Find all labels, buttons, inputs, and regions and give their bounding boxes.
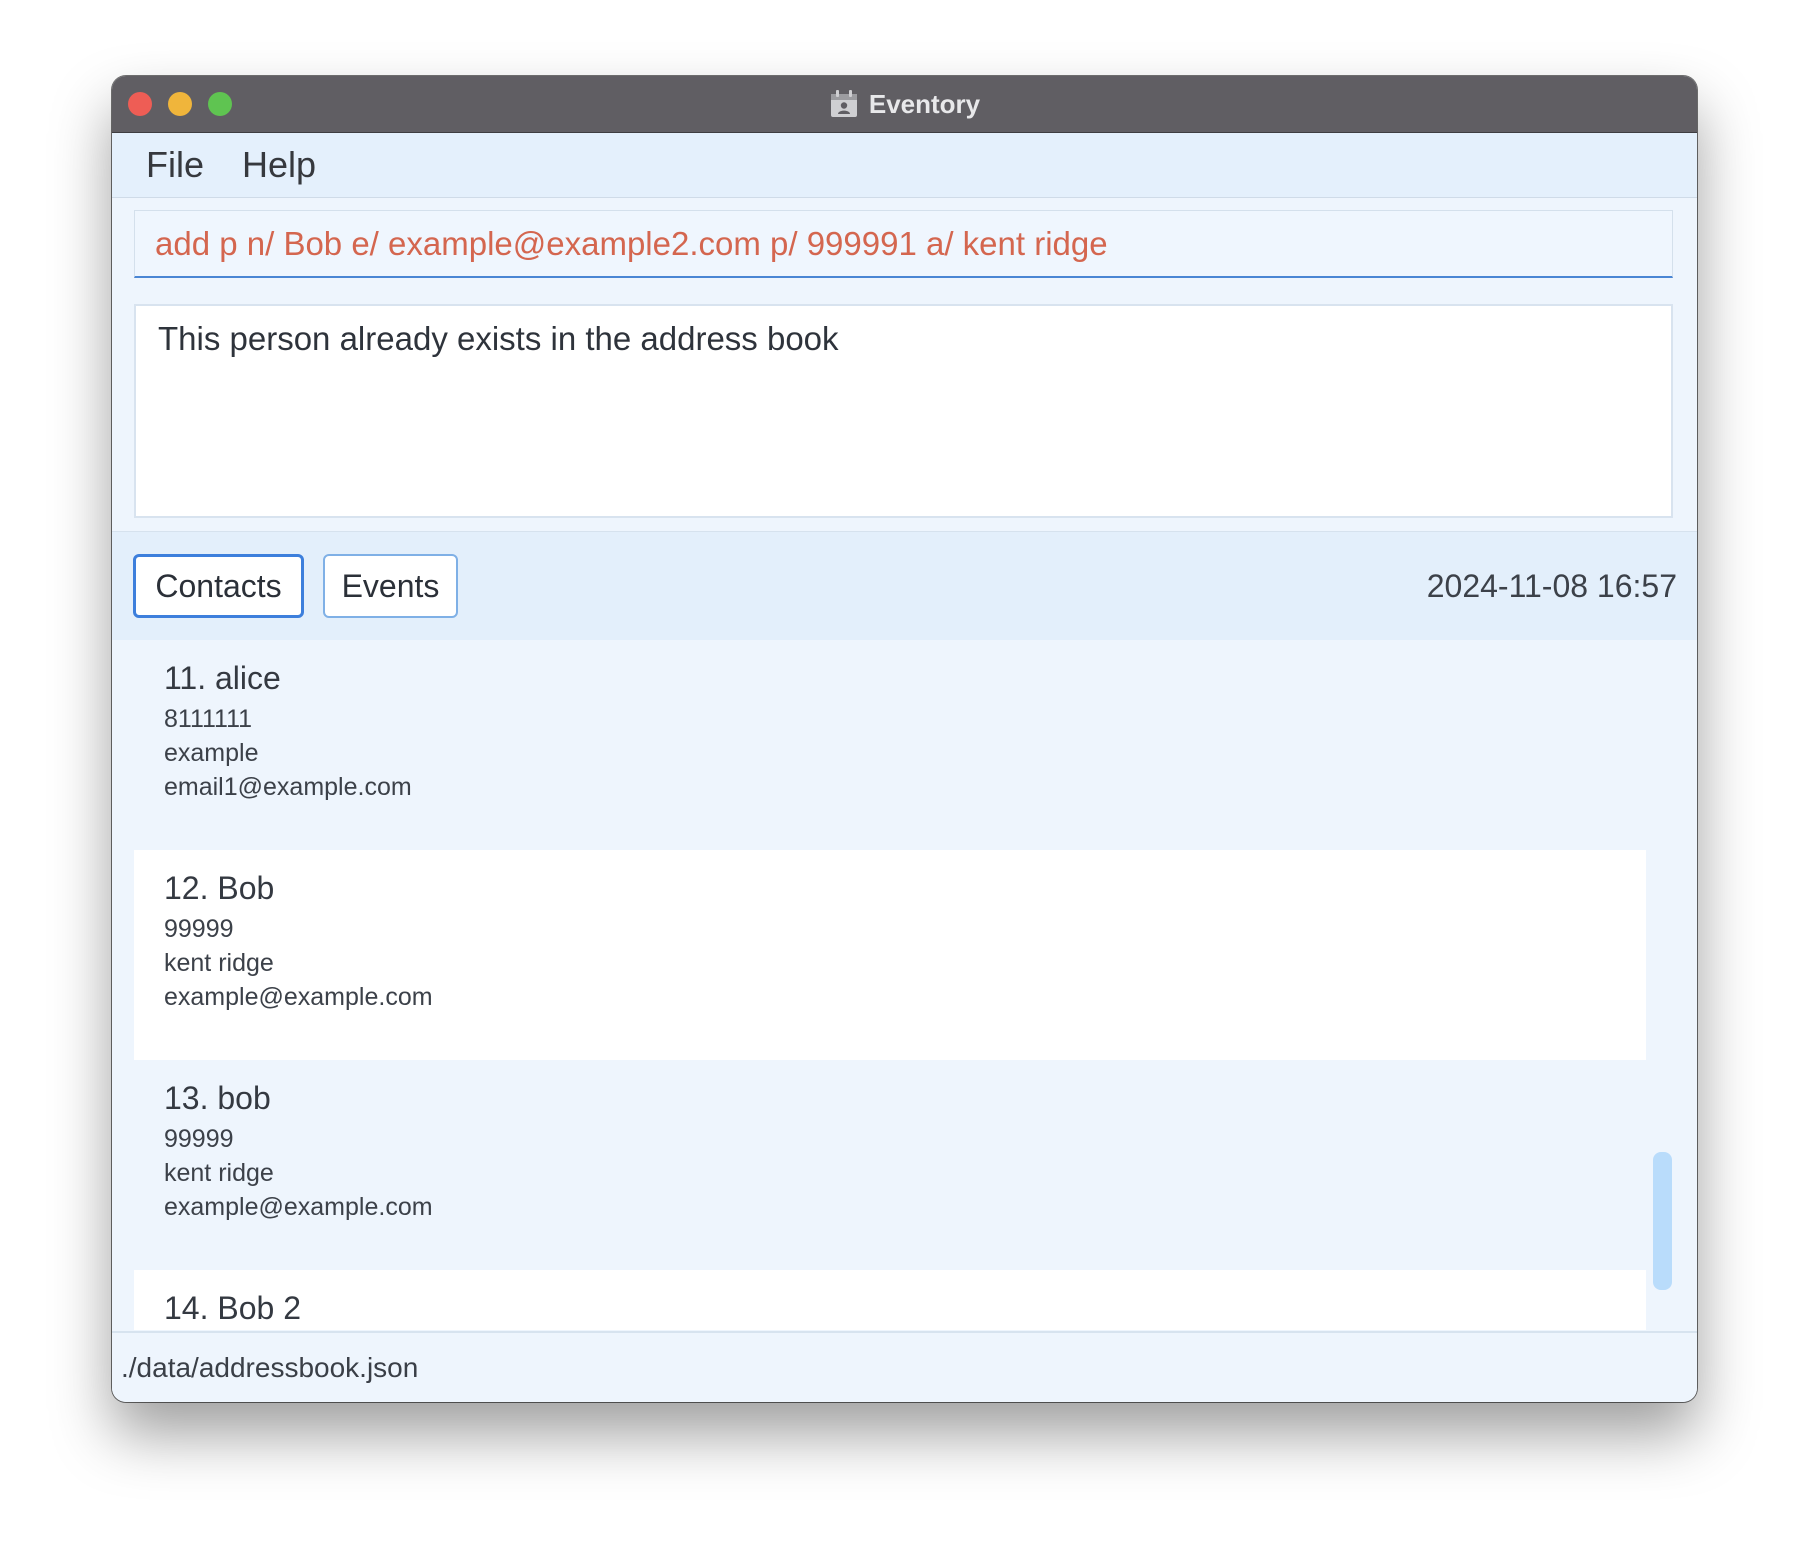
tab-events[interactable]: Events <box>323 554 458 618</box>
result-message: This person already exists in the addres… <box>158 320 839 357</box>
tab-events-label: Events <box>341 567 440 604</box>
contact-name: 11. alice <box>164 660 281 696</box>
tab-contacts[interactable]: Contacts <box>133 554 304 618</box>
contact-name: 14. Bob 2 <box>164 1290 301 1326</box>
calendar-person-icon <box>830 90 857 117</box>
title-bar[interactable]: Eventory <box>112 76 1697 133</box>
contact-card[interactable]: 12. Bob 99999 kent ridge example@example… <box>134 850 1646 1060</box>
tab-contacts-label: Contacts <box>155 567 282 604</box>
window-title: Eventory <box>868 88 981 119</box>
contact-address: kent ridge <box>164 949 274 977</box>
contact-card[interactable]: 11. alice 8111111 example email1@example… <box>134 640 1646 850</box>
menu-help[interactable]: Help <box>242 144 316 186</box>
app-window: Eventory File Help add p n/ Bob e/ examp… <box>112 76 1697 1402</box>
contact-email: example@example.com <box>164 983 433 1011</box>
command-input-text: add p n/ Bob e/ example@example2.com p/ … <box>155 224 1108 262</box>
contact-address: kent ridge <box>164 1159 274 1187</box>
contact-phone: 99999 <box>164 1125 234 1153</box>
contact-email: email1@example.com <box>164 773 412 801</box>
contact-list[interactable]: 11. alice 8111111 example email1@example… <box>112 640 1697 1330</box>
contact-email: example@example.com <box>164 1193 433 1221</box>
menu-file[interactable]: File <box>146 144 204 186</box>
contact-card[interactable]: 13. bob 99999 kent ridge example@example… <box>134 1060 1646 1270</box>
contact-address: example <box>164 739 259 767</box>
minimize-window-button[interactable] <box>168 92 192 116</box>
maximize-window-button[interactable] <box>208 92 232 116</box>
view-tab-bar: Contacts Events 2024-11-08 16:57 <box>112 531 1697 641</box>
menu-bar: File Help <box>112 133 1697 198</box>
list-scrollbar-thumb[interactable] <box>1653 1152 1672 1290</box>
data-file-path: ./data/addressbook.json <box>121 1351 419 1383</box>
contact-name: 12. Bob <box>164 870 275 906</box>
current-datetime: 2024-11-08 16:57 <box>1426 568 1677 604</box>
contact-name: 13. bob <box>164 1080 271 1116</box>
contact-phone: 8111111 <box>164 705 253 733</box>
result-display[interactable]: This person already exists in the addres… <box>134 304 1673 518</box>
status-bar: ./data/addressbook.json <box>112 1331 1697 1402</box>
close-window-button[interactable] <box>128 92 152 116</box>
contact-card[interactable]: 14. Bob 2 <box>134 1270 1646 1330</box>
command-input[interactable]: add p n/ Bob e/ example@example2.com p/ … <box>134 210 1673 278</box>
window-title-group: Eventory <box>829 89 980 120</box>
contact-phone: 99999 <box>164 915 234 943</box>
